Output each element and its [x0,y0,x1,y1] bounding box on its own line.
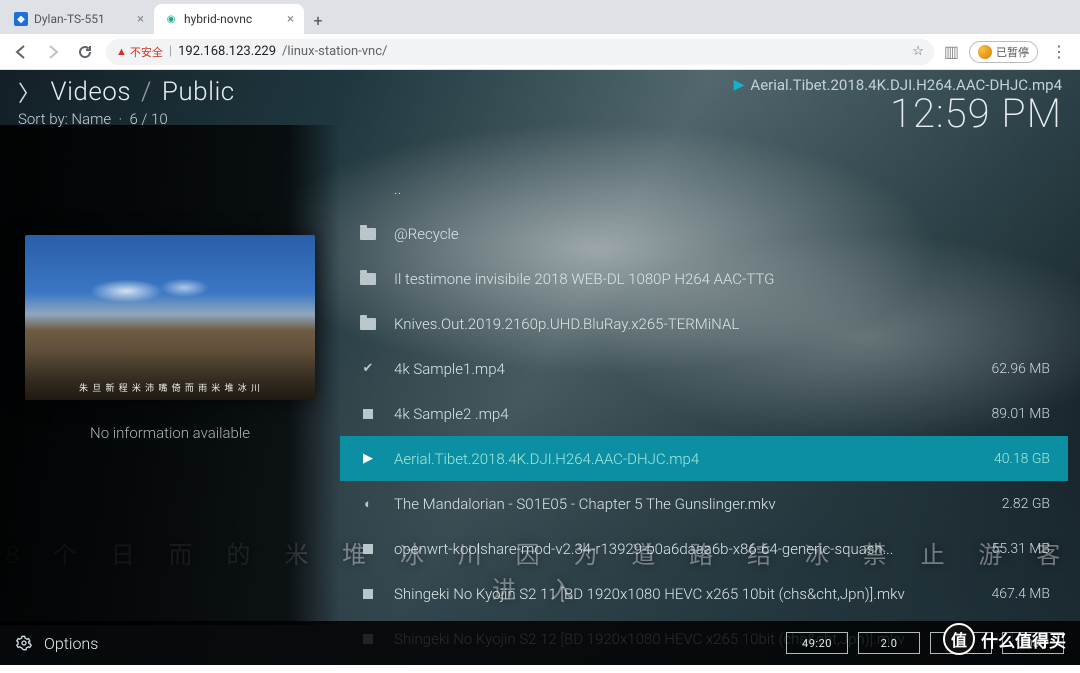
tab-close-icon[interactable]: × [137,12,144,27]
extension-icon[interactable]: ▥ [944,42,959,61]
sort-indicator[interactable]: Sort by: Name · 6 / 10 [18,110,235,128]
file-name: Shingeki No Kyojin S2 11 [BD 1920x1080 H… [394,585,946,603]
insecure-warning-icon: ▲ 不安全 [116,44,163,60]
qnap-favicon-icon: ◆ [14,12,28,26]
footer-bar: Options 49:20 2.0 AAC 1080 [0,621,1080,665]
file-size: 55.31 MB [962,541,1050,557]
thumbnail-subtitle: 朱 旦 新 程 米 沛 嘴 倚 而 雨 米 堆 冰 川 [25,381,315,394]
file-size: 89.01 MB [962,406,1050,422]
forward-button[interactable] [42,41,64,63]
options-button[interactable]: Options [16,634,98,653]
address-bar[interactable]: ▲ 不安全 | 192.168.123.229/linux-station-vn… [106,39,934,65]
breadcrumb[interactable]: 〉 Videos / Public [18,76,235,108]
file-name: @Recycle [394,225,946,243]
extension-avatar-icon [978,45,992,59]
chevron-right-icon: 〉 [18,76,41,108]
file-name: Il testimone invisibile 2018 WEB-DL 1080… [394,270,946,288]
file-row[interactable]: 4k Sample2 .mp4 89.01 MB [340,391,1068,436]
file-row[interactable]: Shingeki No Kyojin S2 11 [BD 1920x1080 H… [340,571,1068,616]
url-host: 192.168.123.229 [178,44,276,59]
check-icon: ✔ [363,361,374,376]
watermark-logo-icon: 值 [943,623,975,655]
file-name: .. [394,180,946,198]
tab-title: Dylan-TS-551 [34,12,105,26]
play-icon: ▶ [734,77,745,93]
browser-tab-active[interactable]: ◉ hybrid-novnc × [154,4,304,34]
video-thumbnail: 朱 旦 新 程 米 沛 嘴 倚 而 雨 米 堆 冰 川 [25,235,315,400]
file-row[interactable]: @Recycle [340,211,1068,256]
extension-paused-badge[interactable]: 已暂停 [969,41,1038,63]
file-size: 2.82 GB [962,496,1050,512]
kodi-app: 〉 Videos / Public Sort by: Name · 6 / 10… [0,70,1080,665]
browser-tab[interactable]: ◆ Dylan-TS-551 × [4,4,154,34]
no-information-label: No information available [90,424,250,442]
file-size: 62.96 MB [962,361,1050,377]
reload-button[interactable] [74,41,96,63]
media-channels-pill: 2.0 [858,632,920,654]
new-tab-button[interactable]: + [304,6,332,34]
gear-icon [16,635,32,651]
file-size: 40.18 GB [962,451,1050,467]
clock: 12:59 PM [734,90,1062,137]
file-name: 4k Sample1.mp4 [394,360,946,378]
file-row[interactable]: .. [340,166,1068,211]
url-path: /linux-station-vnc/ [282,44,387,59]
file-name: openwrt-koolshare-mod-v2.34-r13929-b0a6d… [394,540,946,558]
file-icon [363,544,373,554]
bookmark-star-icon[interactable]: ☆ [912,44,924,59]
file-row[interactable]: openwrt-koolshare-mod-v2.34-r13929-b0a6d… [340,526,1068,571]
smzdm-watermark: 值 什么值得买 [943,623,1066,655]
file-name: Knives.Out.2019.2160p.UHD.BluRay.x265-TE… [394,315,946,333]
file-row[interactable]: Il testimone invisibile 2018 WEB-DL 1080… [340,256,1068,301]
file-row[interactable]: ✔ 4k Sample1.mp4 62.96 MB [340,346,1068,391]
tab-close-icon[interactable]: × [287,12,294,27]
folder-icon [360,228,376,240]
info-sidebar: 朱 旦 新 程 米 沛 嘴 倚 而 雨 米 堆 冰 川 No informati… [0,125,340,625]
file-row[interactable]: Knives.Out.2019.2160p.UHD.BluRay.x265-TE… [340,301,1068,346]
file-icon [363,589,373,599]
list-position: 6 / 10 [129,110,167,128]
media-duration-pill: 49:20 [786,632,848,654]
browser-toolbar: ▲ 不安全 | 192.168.123.229/linux-station-vn… [0,34,1080,70]
file-list[interactable]: .. @Recycle Il testimone invisibile 2018 W… [340,166,1068,613]
folder-icon [360,273,376,285]
file-size: 467.4 MB [962,586,1050,602]
tab-title: hybrid-novnc [184,12,252,26]
file-name: The Mandalorian - S01E05 - Chapter 5 The… [394,495,946,513]
disc-icon: ◐ [364,496,372,512]
file-row[interactable]: ◐ The Mandalorian - S01E05 - Chapter 5 Th… [340,481,1068,526]
folder-icon [360,318,376,330]
browser-menu-button[interactable]: ⋮ [1048,41,1070,63]
back-button[interactable] [10,41,32,63]
play-icon: ▶ [363,451,373,466]
file-icon [363,409,373,419]
novnc-favicon-icon: ◉ [164,12,178,26]
browser-tab-strip: ◆ Dylan-TS-551 × ◉ hybrid-novnc × + [0,0,1080,34]
file-name: Aerial.Tibet.2018.4K.DJI.H264.AAC-DHJC.m… [394,450,946,468]
file-row[interactable]: ▶ Aerial.Tibet.2018.4K.DJI.H264.AAC-DHJC.… [340,436,1068,481]
file-name: 4k Sample2 .mp4 [394,405,946,423]
